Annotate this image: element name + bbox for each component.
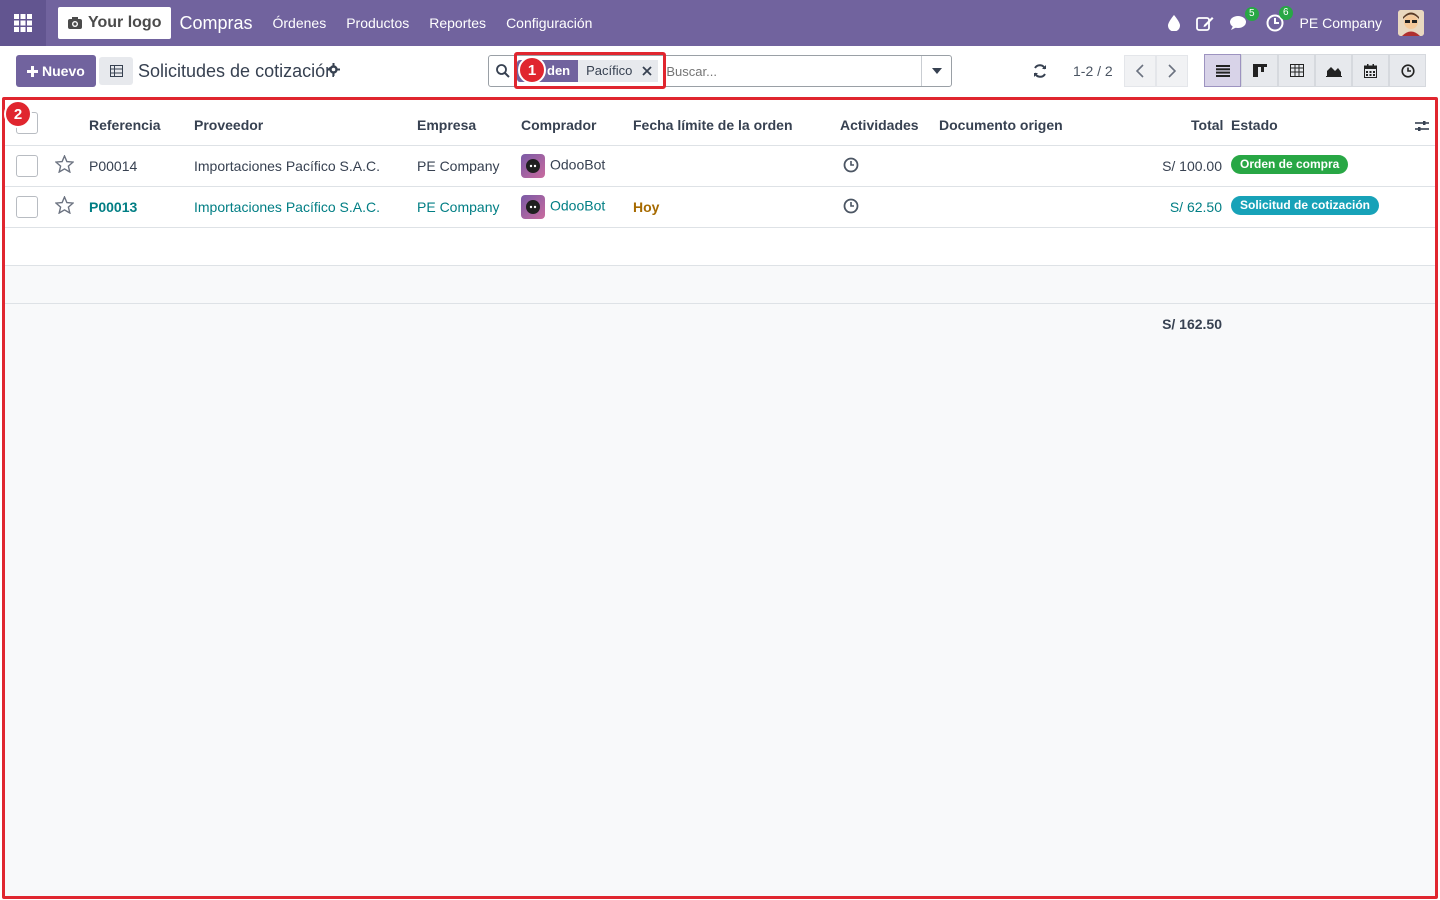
chevron-left-icon (1136, 64, 1144, 78)
plus-icon (27, 65, 38, 77)
pager-previous-button[interactable] (1124, 55, 1156, 87)
messages-badge: 5 (1244, 7, 1259, 21)
company-logo[interactable]: Your logo (58, 7, 172, 39)
activity-view-button[interactable] (1389, 54, 1426, 87)
user-avatar[interactable] (1398, 10, 1424, 36)
menu-item-ordenes[interactable]: Órdenes (263, 15, 337, 31)
chat-icon[interactable]: 5 (1229, 7, 1259, 31)
activity-clock-icon[interactable]: 6 (1266, 6, 1293, 32)
pivot-table-icon (1289, 64, 1304, 77)
caret-down-icon (931, 68, 942, 74)
list-icon (1215, 64, 1230, 77)
edit-icon[interactable] (1195, 15, 1214, 31)
calendar-icon (1364, 63, 1377, 78)
gear-icon[interactable] (327, 63, 340, 79)
kanban-view-button[interactable] (1241, 54, 1278, 87)
menu-item-productos[interactable]: Productos (336, 15, 419, 31)
pivot-view-button[interactable] (1278, 54, 1315, 87)
navbar-systray: 5 6 PE Company (1167, 0, 1424, 46)
pager-buttons (1124, 55, 1188, 87)
search-icon (489, 64, 517, 78)
search-dropdown-toggle[interactable] (921, 56, 951, 86)
chevron-right-icon (1168, 64, 1176, 78)
menu-item-reportes[interactable]: Reportes (419, 15, 496, 31)
table-toggle-button[interactable] (99, 57, 133, 85)
control-panel: Nuevo Solicitudes de cotización den Pací… (0, 46, 1440, 98)
activities-badge: 6 (1278, 6, 1293, 20)
list-view-button[interactable] (1204, 54, 1241, 87)
area-chart-icon (1325, 67, 1342, 77)
grid-icon (14, 14, 32, 32)
kanban-icon (1252, 64, 1267, 77)
pager-value[interactable]: 1-2 / 2 (1073, 63, 1113, 79)
view-switcher (1204, 54, 1426, 87)
table-icon (109, 65, 123, 77)
annotation-marker-1: 1 (518, 56, 546, 84)
annotation-marker-2: 2 (4, 100, 32, 128)
annotation-box-2 (2, 97, 1438, 899)
droplet-icon[interactable] (1167, 15, 1180, 31)
search-input[interactable] (666, 63, 907, 79)
camera-icon (68, 17, 82, 29)
logo-text: Your logo (88, 14, 162, 31)
company-switcher[interactable]: PE Company (1300, 15, 1382, 31)
refresh-icon[interactable] (1033, 64, 1047, 81)
graph-view-button[interactable] (1315, 54, 1352, 87)
app-name[interactable]: Compras (179, 13, 252, 34)
page-title: Solicitudes de cotización (138, 61, 336, 81)
apps-menu-button[interactable] (0, 0, 46, 46)
pager-next-button[interactable] (1156, 55, 1188, 87)
main-menu: Órdenes Productos Reportes Configuración (263, 15, 603, 31)
clock-icon (1400, 63, 1415, 78)
new-button[interactable]: Nuevo (16, 55, 96, 87)
menu-item-configuracion[interactable]: Configuración (496, 15, 602, 31)
new-button-label: Nuevo (42, 63, 85, 79)
calendar-view-button[interactable] (1352, 54, 1389, 87)
top-navbar: Your logo Compras Órdenes Productos Repo… (0, 0, 1440, 46)
